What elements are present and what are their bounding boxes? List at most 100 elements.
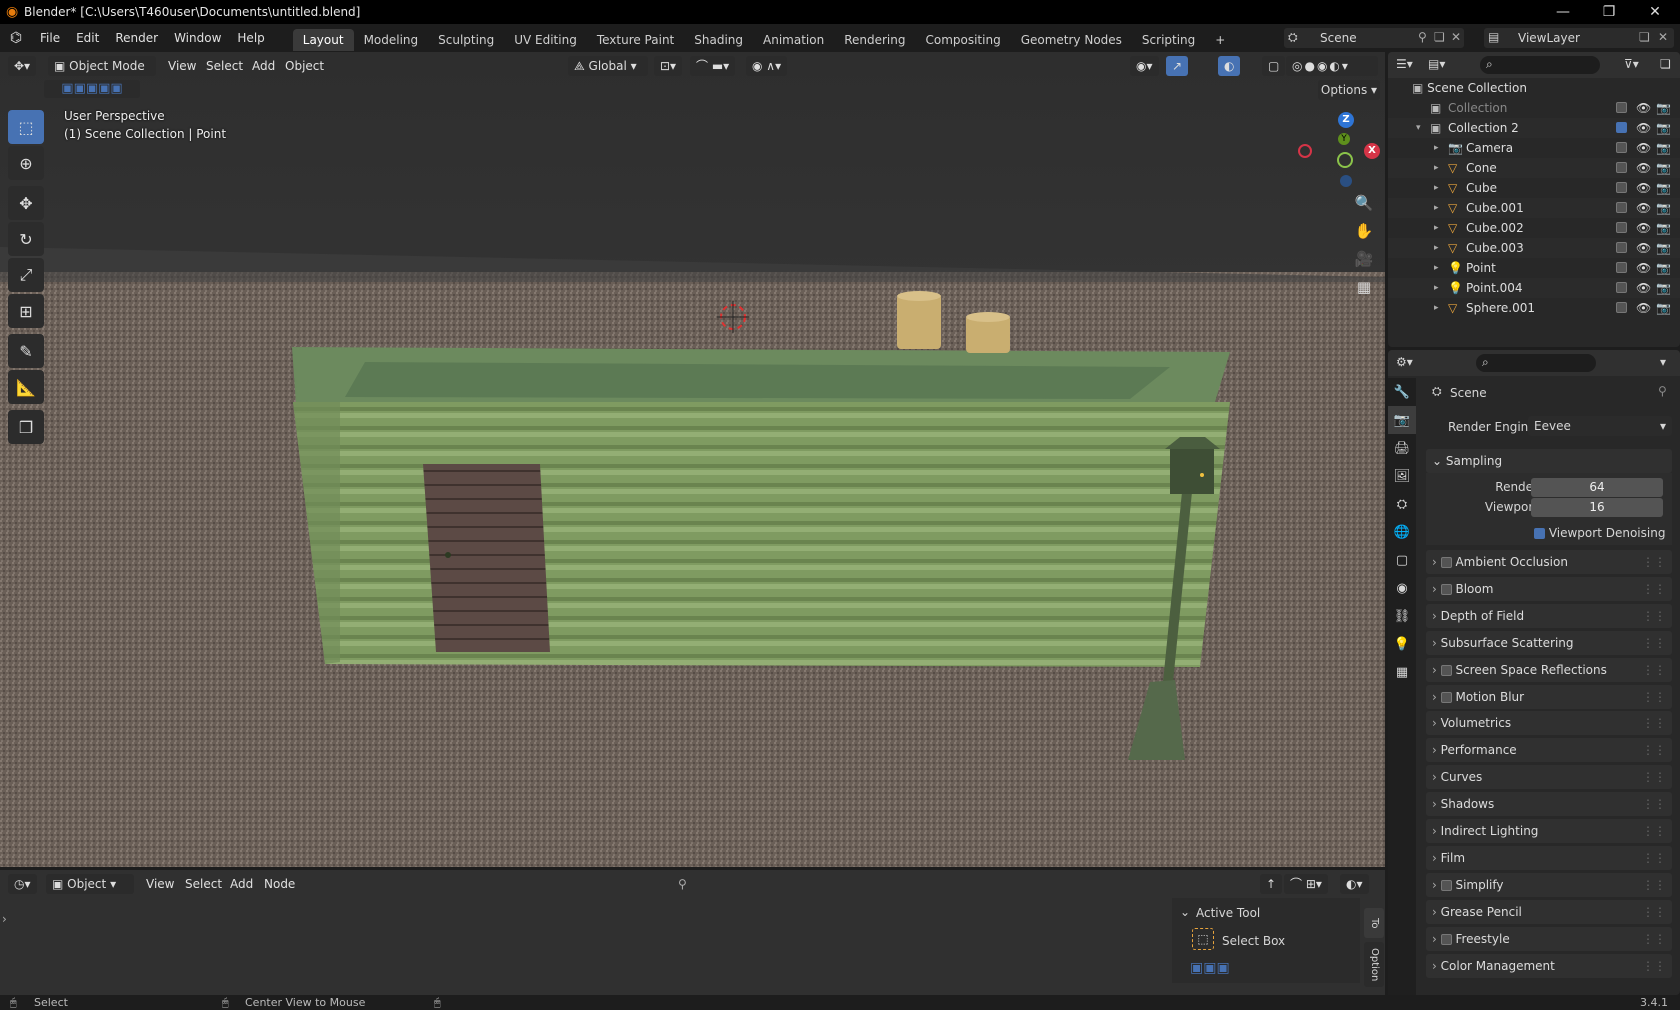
outliner-item[interactable]: ▸ ▽ Cube.003 👁 📷 <box>1388 238 1680 258</box>
editor-menu-add[interactable]: Add <box>230 874 253 894</box>
3d-viewport[interactable]: ✥▾ ▣ Object Mode ▾ View Select Add Objec… <box>0 52 1385 867</box>
transform-tool-icon[interactable]: ⊞ <box>8 294 44 328</box>
options-chevron-icon[interactable]: ▾ <box>1660 355 1666 369</box>
drag-handle-icon[interactable]: ⋮⋮ <box>1642 658 1666 682</box>
drag-handle-icon[interactable]: ⋮⋮ <box>1642 927 1666 951</box>
drag-handle-icon[interactable]: ⋮⋮ <box>1642 900 1666 924</box>
viewport-menu-object[interactable]: Object <box>285 56 324 76</box>
ortho-grid-icon[interactable]: ▦ <box>1350 278 1378 306</box>
eye-icon[interactable]: 👁 <box>1636 278 1651 298</box>
property-panel-header[interactable]: › Volumetrics ⋮⋮ <box>1426 711 1672 736</box>
modifier-tab-icon[interactable]: ◉ <box>1388 574 1416 602</box>
data-tab-icon[interactable]: 💡 <box>1388 630 1416 658</box>
panel-enable-checkbox[interactable] <box>1440 664 1452 676</box>
property-panel-header[interactable]: › Freestyle ⋮⋮ <box>1426 926 1672 951</box>
tab-animation[interactable]: Animation <box>753 29 834 51</box>
menu-render[interactable]: Render <box>107 24 166 52</box>
tab-sculpting[interactable]: Sculpting <box>428 29 504 51</box>
exclude-checkbox[interactable] <box>1616 302 1627 313</box>
node-editor[interactable]: ◷▾ ▣ Object ▾ View Select Add Node ⚲ ↑ ⌒… <box>0 870 1385 995</box>
select-box-icon[interactable]: ⬚ <box>1192 928 1214 950</box>
cursor-tool-icon[interactable]: ⊕ <box>8 146 44 180</box>
exclude-checkbox[interactable] <box>1616 182 1627 193</box>
expand-arrow-icon[interactable]: ▸ <box>1434 158 1439 178</box>
outliner-item[interactable]: ▸ 📷 Camera 👁 📷 <box>1388 138 1680 158</box>
eye-icon[interactable]: 👁 <box>1636 258 1651 278</box>
view-layer-tab-icon[interactable]: 🖼 <box>1388 462 1416 490</box>
outliner-root[interactable]: ▣ Scene Collection <box>1388 78 1680 98</box>
drag-handle-icon[interactable]: ⋮⋮ <box>1642 846 1666 870</box>
outliner-search-input[interactable]: ⌕ <box>1480 56 1600 74</box>
add-cube-tool-icon[interactable]: ❒ <box>8 410 44 444</box>
panel-enable-checkbox[interactable] <box>1440 583 1452 595</box>
new-view-layer-icon[interactable]: ❏ <box>1639 30 1650 44</box>
property-panel-header[interactable]: › Ambient Occlusion ⋮⋮ <box>1426 550 1672 574</box>
render-engine-dropdown[interactable]: Eevee ▾ <box>1528 416 1672 436</box>
outliner-item[interactable]: ▸ ▽ Cone 👁 📷 <box>1388 158 1680 178</box>
eye-icon[interactable]: 👁 <box>1636 198 1651 218</box>
tab-scripting[interactable]: Scripting <box>1132 29 1205 51</box>
tab-shading[interactable]: Shading <box>684 29 753 51</box>
zoom-icon[interactable]: 🔍 <box>1350 194 1378 222</box>
annotate-tool-icon[interactable]: ✎ <box>8 334 44 368</box>
sampling-panel-header[interactable]: ⌄ Sampling <box>1426 449 1672 473</box>
pivot-point-icon[interactable]: ⊡▾ <box>654 56 683 76</box>
panel-enable-checkbox[interactable] <box>1440 557 1452 568</box>
expand-arrow-icon[interactable]: ▸ <box>1434 198 1439 218</box>
drag-handle-icon[interactable]: ⋮⋮ <box>1642 577 1666 601</box>
expand-arrow-icon[interactable]: ▸ <box>1434 238 1439 258</box>
eye-icon[interactable]: 👁 <box>1636 98 1651 118</box>
filter-icon[interactable]: ⊽▾ <box>1624 57 1639 71</box>
remove-scene-icon[interactable]: ✕ <box>1451 30 1461 44</box>
sidebar-tab-option[interactable]: Option <box>1364 942 1384 987</box>
texture-tab-icon[interactable]: ▦ <box>1388 658 1416 686</box>
property-panel-header[interactable]: › Bloom ⋮⋮ <box>1426 576 1672 601</box>
transform-orientation-dropdown[interactable]: ⟁ Global ▾ <box>568 56 648 76</box>
eye-icon[interactable]: 👁 <box>1636 238 1651 258</box>
tab-texture-paint[interactable]: Texture Paint <box>587 29 684 51</box>
sidebar-tab-tool[interactable]: To <box>1364 908 1384 938</box>
property-panel-header[interactable]: › Subsurface Scattering ⋮⋮ <box>1426 630 1672 655</box>
camera-render-icon[interactable]: 📷 <box>1656 218 1671 238</box>
drag-handle-icon[interactable]: ⋮⋮ <box>1642 819 1666 843</box>
camera-render-icon[interactable]: 📷 <box>1656 298 1671 318</box>
drag-handle-icon[interactable]: ⋮⋮ <box>1642 765 1666 789</box>
drag-handle-icon[interactable]: ⋮⋮ <box>1642 873 1666 897</box>
exclude-checkbox[interactable] <box>1616 162 1627 173</box>
tab-layout[interactable]: Layout <box>292 28 354 51</box>
property-panel-header[interactable]: › Motion Blur ⋮⋮ <box>1426 684 1672 709</box>
select-mode-buttons[interactable]: ▣▣▣ <box>1190 960 1230 976</box>
eye-icon[interactable]: 👁 <box>1636 158 1651 178</box>
parent-node-icon[interactable]: ↑ <box>1260 874 1283 894</box>
camera-render-icon[interactable]: 📷 <box>1656 198 1671 218</box>
exclude-checkbox[interactable] <box>1616 122 1627 133</box>
editor-menu-view[interactable]: View <box>146 874 174 894</box>
tab-rendering[interactable]: Rendering <box>834 29 915 51</box>
tab-compositing[interactable]: Compositing <box>915 29 1010 51</box>
gizmo-toggle-icon[interactable]: ↗ <box>1166 56 1189 76</box>
rotate-tool-icon[interactable]: ↻ <box>8 222 44 256</box>
overlay-toggle-icon[interactable]: ◐ <box>1218 56 1241 76</box>
overlay-toggle-icon[interactable]: ◐▾ <box>1340 874 1369 894</box>
drag-handle-icon[interactable]: ⋮⋮ <box>1642 738 1666 762</box>
tab-geometry-nodes[interactable]: Geometry Nodes <box>1011 29 1132 51</box>
drag-handle-icon[interactable]: ⋮⋮ <box>1642 954 1666 978</box>
gizmo-neg-y[interactable] <box>1337 152 1353 168</box>
properties-search-input[interactable]: ⌕ <box>1476 354 1596 372</box>
property-panel-header[interactable]: › Color Management ⋮⋮ <box>1426 953 1672 978</box>
output-tab-icon[interactable]: 🖨 <box>1388 434 1416 462</box>
camera-render-icon[interactable]: 📷 <box>1656 98 1671 118</box>
render-tab-icon[interactable]: 📷 <box>1388 406 1416 434</box>
remove-view-layer-icon[interactable]: ✕ <box>1658 30 1668 44</box>
camera-render-icon[interactable]: 📷 <box>1656 238 1671 258</box>
move-tool-icon[interactable]: ✥ <box>8 186 44 220</box>
camera-render-icon[interactable]: 📷 <box>1656 158 1671 178</box>
menu-window[interactable]: Window <box>166 24 229 52</box>
outliner-item[interactable]: ▸ 💡 Point.004 👁 📷 <box>1388 278 1680 298</box>
tool-tab-icon[interactable]: 🔧 <box>1388 378 1416 406</box>
outliner-item[interactable]: ▸ ▽ Cube.001 👁 📷 <box>1388 198 1680 218</box>
viewport-menu-add[interactable]: Add <box>252 56 275 76</box>
snap-icon[interactable]: ⌒ ⊞▾ <box>1284 874 1328 894</box>
viewport-samples-field[interactable]: 16 <box>1531 498 1663 517</box>
camera-render-icon[interactable]: 📷 <box>1656 138 1671 158</box>
